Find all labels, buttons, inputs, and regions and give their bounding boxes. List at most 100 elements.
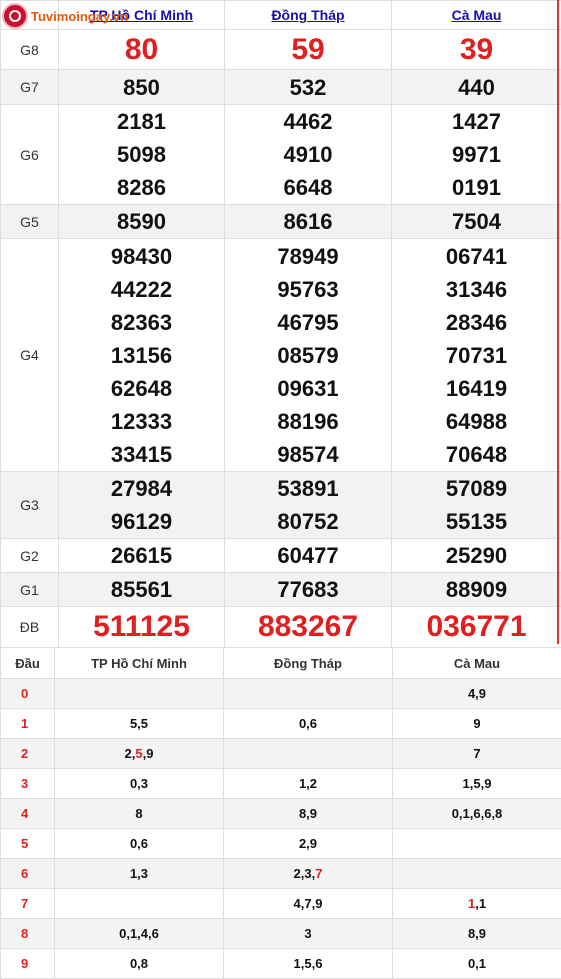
prize-value-g4: 06741 (392, 240, 561, 273)
loto-cell (393, 829, 561, 859)
loto-dau: 8 (1, 919, 55, 949)
loto-dau: 1 (1, 709, 55, 739)
loto-digit: 2 (125, 746, 132, 761)
prize-value-g3: 53891 (225, 472, 391, 505)
loto-cell (393, 859, 561, 889)
loto-row: 61,32,3,7 (1, 859, 561, 889)
prize-value-g4: 33415 (59, 438, 224, 471)
logo-text: Tuvimoingay.vn (31, 9, 128, 24)
province-link-dongthap[interactable]: Đồng Tháp (271, 7, 344, 23)
prize-value-g8: 39 (392, 30, 561, 70)
loto-digit: 3 (304, 866, 311, 881)
loto-cell: 1,3 (55, 859, 224, 889)
loto-cell: 3 (224, 919, 393, 949)
prize-value-db: 511125 (59, 607, 225, 648)
prize-value-g6: 1427 (392, 105, 561, 138)
prize-value-g1: 85561 (59, 573, 225, 607)
loto-cell: 2,9 (224, 829, 393, 859)
loto-cell: 0,1 (393, 949, 561, 979)
divider-line (557, 0, 559, 644)
prize-value-g5: 8590 (59, 205, 225, 239)
prize-label-db: ĐB (1, 607, 59, 648)
loto-cell: 0,6 (224, 709, 393, 739)
loto-digit: 5 (135, 746, 142, 761)
loto-header-province: TP Hồ Chí Minh (55, 648, 224, 679)
prize-value-g4: 98574 (225, 438, 391, 471)
loto-cell: 1,2 (224, 769, 393, 799)
prize-value-g4: 98430 (59, 240, 224, 273)
prize-value-g1: 77683 (225, 573, 392, 607)
province-link-camau[interactable]: Cà Mau (452, 7, 502, 23)
loto-cell: 4,9 (393, 679, 561, 709)
loto-cell: 9 (393, 709, 561, 739)
prize-value-g3: 96129 (59, 505, 224, 538)
loto-row: 15,50,69 (1, 709, 561, 739)
prize-value-g4: 09631 (225, 372, 391, 405)
prize-value-g4: 44222 (59, 273, 224, 306)
prize-label-g4: G4 (1, 239, 59, 472)
prize-value-g3: 57089 (392, 472, 561, 505)
loto-cell: 1,5,9 (393, 769, 561, 799)
loto-cell: 1,1 (393, 889, 561, 919)
prize-label-g5: G5 (1, 205, 59, 239)
loto-row: 80,1,4,638,9 (1, 919, 561, 949)
prize-value-g4: 46795 (225, 306, 391, 339)
prize-value-g6: 0191 (392, 171, 561, 204)
province-header: Đồng Tháp (225, 1, 392, 30)
prize-value-g6: 5098 (59, 138, 224, 171)
prize-value-g8: 80 (59, 30, 225, 70)
site-logo[interactable]: Tuvimoingay.vn (2, 1, 128, 31)
loto-cell: 8 (55, 799, 224, 829)
loto-cell: 5,5 (55, 709, 224, 739)
prize-value-g7: 440 (392, 70, 561, 105)
loto-cell: 7 (393, 739, 561, 769)
loto-header-province: Đồng Tháp (224, 648, 393, 679)
prize-value-g6: 6648 (225, 171, 391, 204)
prize-value-g6: 4910 (225, 138, 391, 171)
loto-row: 22,5,97 (1, 739, 561, 769)
loto-cell (224, 679, 393, 709)
prize-value-g7: 532 (225, 70, 392, 105)
prize-label-g3: G3 (1, 472, 59, 539)
prize-label-g1: G1 (1, 573, 59, 607)
loto-cell (55, 679, 224, 709)
loto-cell: 0,1,4,6 (55, 919, 224, 949)
prize-label-g7: G7 (1, 70, 59, 105)
prize-value-g4: 13156 (59, 339, 224, 372)
prize-value-g4: 12333 (59, 405, 224, 438)
loto-dau: 5 (1, 829, 55, 859)
loto-cell: 0,6 (55, 829, 224, 859)
prize-value-db: 883267 (225, 607, 392, 648)
prize-cell-g6: 142799710191 (392, 105, 561, 205)
prize-value-g6: 8286 (59, 171, 224, 204)
prize-value-g7: 850 (59, 70, 225, 105)
loto-cell: 0,3 (55, 769, 224, 799)
loto-dau: 2 (1, 739, 55, 769)
prize-value-g4: 78949 (225, 240, 391, 273)
prize-value-g5: 8616 (225, 205, 392, 239)
prize-value-g2: 25290 (392, 539, 561, 573)
loto-row: 90,81,5,60,1 (1, 949, 561, 979)
logo-icon (2, 3, 28, 29)
loto-cell: 0,8 (55, 949, 224, 979)
prize-value-g3: 80752 (225, 505, 391, 538)
prize-value-g6: 2181 (59, 105, 224, 138)
loto-row: 04,9 (1, 679, 561, 709)
loto-digit: 1 (479, 896, 486, 911)
loto-digit: 7 (315, 866, 322, 881)
prize-value-g8: 59 (225, 30, 392, 70)
prize-value-g4: 62648 (59, 372, 224, 405)
prize-value-g6: 9971 (392, 138, 561, 171)
prize-cell-g4: 06741313462834670731164196498870648 (392, 239, 561, 472)
loto-row: 488,90,1,6,6,8 (1, 799, 561, 829)
loto-dau: 4 (1, 799, 55, 829)
loto-cell: 2,3,7 (224, 859, 393, 889)
loto-header-province: Cà Mau (393, 648, 561, 679)
loto-digit: 1 (468, 896, 475, 911)
prize-value-g3: 55135 (392, 505, 561, 538)
province-header: Cà Mau (392, 1, 561, 30)
prize-value-g6: 4462 (225, 105, 391, 138)
prize-label-g6: G6 (1, 105, 59, 205)
prize-value-g1: 88909 (392, 573, 561, 607)
loto-digit: 9 (146, 746, 153, 761)
